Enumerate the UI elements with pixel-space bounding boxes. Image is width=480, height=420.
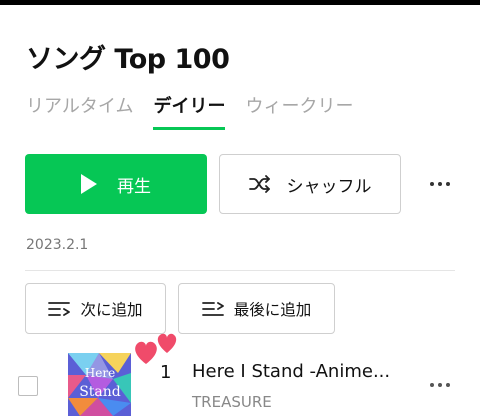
add-last-label: 最後に追加 (233, 300, 312, 319)
album-cover[interactable]: Here Stand (68, 353, 131, 416)
play-icon (81, 174, 97, 194)
tab-realtime[interactable]: リアルタイム (26, 92, 133, 130)
more-icon (430, 182, 434, 186)
status-bar (0, 0, 480, 5)
track-more-button[interactable] (424, 375, 456, 395)
shuffle-icon (248, 175, 270, 193)
add-last-icon (201, 301, 224, 316)
more-options-button[interactable] (424, 173, 456, 195)
add-next-label: 次に追加 (80, 300, 143, 319)
page-title: ソング Top 100 (26, 44, 230, 75)
shuffle-button[interactable]: シャッフル (219, 154, 401, 214)
shuffle-button-label: シャッフル (286, 176, 372, 197)
cover-text-here: Here (85, 366, 115, 380)
track-checkbox[interactable] (18, 376, 38, 396)
tab-daily[interactable]: デイリー (153, 92, 226, 130)
tab-weekly[interactable]: ウィークリー (245, 92, 353, 130)
cover-text-stand: Stand (79, 384, 121, 400)
divider (25, 270, 455, 271)
add-next-button[interactable]: 次に追加 (25, 283, 166, 334)
add-next-icon (48, 301, 71, 316)
chart-date: 2023.2.1 (26, 237, 89, 253)
hearts-icon (135, 333, 177, 364)
tab-bar: リアルタイム デイリー ウィークリー (26, 92, 353, 130)
track-title[interactable]: Here I Stand -Anime... (192, 361, 412, 382)
track-artist[interactable]: TREASURE (192, 393, 272, 411)
album-cover-art: Here Stand (68, 353, 131, 416)
play-button[interactable]: 再生 (25, 154, 207, 214)
more-icon (430, 383, 434, 387)
track-rank: 1 (160, 362, 172, 383)
play-button-label: 再生 (117, 176, 151, 197)
add-last-button[interactable]: 最後に追加 (178, 283, 335, 334)
